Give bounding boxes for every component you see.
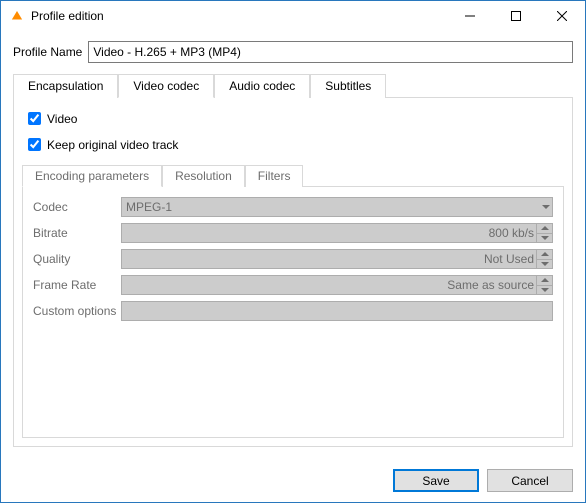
titlebar: Profile edition xyxy=(1,1,585,31)
bitrate-up-button[interactable] xyxy=(536,224,552,233)
custom-options-label: Custom options xyxy=(33,304,121,318)
maximize-icon xyxy=(511,11,521,21)
codec-value: MPEG-1 xyxy=(126,200,172,214)
bitrate-down-button[interactable] xyxy=(536,233,552,243)
custom-options-row: Custom options xyxy=(33,301,553,321)
bitrate-label: Bitrate xyxy=(33,226,121,240)
cancel-button[interactable]: Cancel xyxy=(487,469,573,492)
profile-name-row: Profile Name xyxy=(13,41,573,63)
framerate-spinner[interactable]: Same as source xyxy=(121,275,553,295)
chevron-down-icon xyxy=(542,203,550,211)
maximize-button[interactable] xyxy=(493,1,539,31)
app-icon xyxy=(9,8,25,24)
framerate-down-button[interactable] xyxy=(536,285,552,295)
quality-value: Not Used xyxy=(484,252,534,266)
framerate-value: Same as source xyxy=(447,278,534,292)
quality-down-button[interactable] xyxy=(536,259,552,269)
caret-down-icon xyxy=(541,234,549,242)
footer: Save Cancel xyxy=(1,459,585,502)
minimize-icon xyxy=(465,11,475,21)
tab-video-codec[interactable]: Video codec xyxy=(118,74,214,98)
framerate-up-button[interactable] xyxy=(536,276,552,285)
bitrate-spinner[interactable]: 800 kb/s xyxy=(121,223,553,243)
quality-up-button[interactable] xyxy=(536,250,552,259)
keep-original-label: Keep original video track xyxy=(47,138,178,152)
cancel-button-label: Cancel xyxy=(511,474,548,488)
video-checkbox-row: Video xyxy=(24,109,564,128)
quality-spinner[interactable]: Not Used xyxy=(121,249,553,269)
video-checkbox[interactable] xyxy=(28,112,41,125)
video-checkbox-label: Video xyxy=(47,112,77,126)
quality-row: Quality Not Used xyxy=(33,249,553,269)
codec-row: Codec MPEG-1 xyxy=(33,197,553,217)
caret-down-icon xyxy=(541,286,549,294)
keep-original-row: Keep original video track xyxy=(24,135,564,154)
bitrate-row: Bitrate 800 kb/s xyxy=(33,223,553,243)
tab-subtitles[interactable]: Subtitles xyxy=(310,74,386,98)
tab-encoding-parameters[interactable]: Encoding parameters xyxy=(22,165,162,187)
quality-label: Quality xyxy=(33,252,121,266)
tab-audio-codec[interactable]: Audio codec xyxy=(214,74,310,98)
framerate-row: Frame Rate Same as source xyxy=(33,275,553,295)
codec-select[interactable]: MPEG-1 xyxy=(121,197,553,217)
tab-resolution[interactable]: Resolution xyxy=(162,165,245,187)
encoding-parameters-panel: Codec MPEG-1 Bitrate 800 kb/s xyxy=(22,187,564,438)
caret-down-icon xyxy=(541,260,549,268)
save-button[interactable]: Save xyxy=(393,469,479,492)
keep-original-checkbox[interactable] xyxy=(28,138,41,151)
codec-label: Codec xyxy=(33,200,121,214)
sub-tabs: Encoding parameters Resolution Filters xyxy=(22,164,564,187)
profile-name-label: Profile Name xyxy=(13,45,82,59)
framerate-label: Frame Rate xyxy=(33,278,121,292)
save-button-label: Save xyxy=(422,474,449,488)
content-area: Profile Name Encapsulation Video codec A… xyxy=(1,31,585,459)
window: Profile edition Profile Name Encapsulati… xyxy=(0,0,586,503)
caret-up-icon xyxy=(541,250,549,258)
caret-up-icon xyxy=(541,276,549,284)
close-icon xyxy=(557,11,567,21)
window-title: Profile edition xyxy=(31,9,104,23)
video-codec-panel: Video Keep original video track Encoding… xyxy=(13,98,573,447)
main-tabs: Encapsulation Video codec Audio codec Su… xyxy=(13,73,573,98)
custom-options-input[interactable] xyxy=(121,301,553,321)
caret-up-icon xyxy=(541,224,549,232)
tab-filters[interactable]: Filters xyxy=(245,165,304,187)
close-button[interactable] xyxy=(539,1,585,31)
profile-name-input[interactable] xyxy=(88,41,573,63)
bitrate-value: 800 kb/s xyxy=(489,226,534,240)
minimize-button[interactable] xyxy=(447,1,493,31)
tab-encapsulation[interactable]: Encapsulation xyxy=(13,74,118,98)
